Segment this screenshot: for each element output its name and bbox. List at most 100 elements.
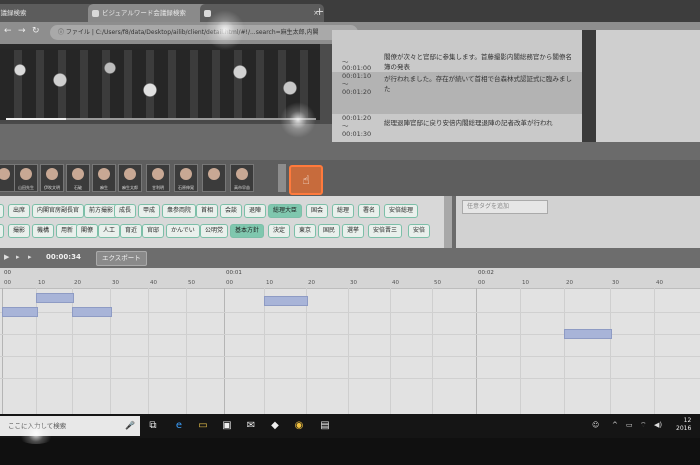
video-app-icon[interactable]: ▤ — [318, 419, 332, 433]
tag-chip[interactable]: 人工 — [98, 224, 121, 238]
tag-chip[interactable]: 国会 — [306, 204, 329, 218]
tag-chip[interactable]: 閣僚 — [76, 224, 99, 238]
tag-chip[interactable]: 甲成 — [138, 204, 161, 218]
tray-chevron-icon[interactable]: ^ — [612, 421, 618, 429]
timeline-segment[interactable] — [564, 329, 612, 339]
tag-chip[interactable]: 首相 — [196, 204, 219, 218]
forward-icon[interactable]: → — [18, 26, 26, 36]
tag-chip[interactable]: 衆参両院 — [162, 204, 197, 218]
tag-chip[interactable]: 前方撮影 — [84, 204, 119, 218]
tag-chip[interactable]: 国民 — [318, 224, 341, 238]
back-icon[interactable]: ← — [4, 26, 12, 36]
tag-chip[interactable]: 撮影 — [8, 224, 31, 238]
face-image — [208, 168, 220, 180]
reload-icon[interactable]: ↻ — [32, 26, 40, 36]
face-name: 高市早苗 — [234, 185, 250, 190]
face-image — [236, 168, 248, 180]
transcript-item-active[interactable]: 00:01:10 〜 00:01:20 が行われました。存在が続いて首相で台森林… — [332, 72, 582, 114]
browser-tab-1[interactable]: 会議録検索 — [0, 4, 94, 22]
timeline[interactable]: 00 00:01 00:02 00 10 20 30 40 50 00 10 2… — [0, 268, 700, 414]
tag-chip[interactable]: 署名 — [358, 204, 381, 218]
tag-chip[interactable] — [0, 224, 4, 238]
tag-chip[interactable]: かんでい — [166, 224, 200, 238]
system-clock[interactable]: 12 2016 — [676, 417, 691, 433]
tag-chip[interactable]: 内閣官房副長官 — [32, 204, 85, 218]
transcript-scrollbar[interactable] — [582, 30, 596, 142]
second-label: 20 — [308, 280, 315, 286]
transcript-item[interactable]: 00:01:20 〜 00:01:30 総理退陣官邸に戻り安倍内閣総理退陣の記者… — [332, 114, 582, 142]
photos-icon[interactable]: ◆ — [268, 419, 282, 433]
face-strip-scrollbar[interactable] — [278, 164, 286, 192]
player-controls: ▶ ▸ ▸ 00:00:34 エクスポート — [0, 248, 700, 268]
tag-chip-selected[interactable]: 総理大臣 — [268, 204, 303, 218]
timeline-segment[interactable] — [264, 296, 308, 306]
tag-chip[interactable]: 選挙 — [342, 224, 365, 238]
tag-chip[interactable]: 育近 — [120, 224, 143, 238]
play-icon[interactable]: ▶ — [4, 253, 9, 261]
file-explorer-icon[interactable]: ▭ — [196, 419, 210, 433]
face-thumbnail[interactable]: 石原伸晃 — [174, 164, 198, 192]
face-thumbnail[interactable]: 石破 — [66, 164, 90, 192]
tag-chip[interactable]: 会談 — [220, 204, 243, 218]
tag-chip[interactable]: 用新 — [56, 224, 79, 238]
face-thumbnail[interactable]: 高市早苗 — [230, 164, 254, 192]
transcript-item[interactable]: 〜 00:01:00 閣僚が次々と官邸に参集します。首藤撮影内閣総務官から閣僚名… — [332, 30, 582, 72]
new-tab-button[interactable]: + — [315, 6, 324, 17]
task-view-icon[interactable]: ⧉ — [146, 419, 160, 433]
face-thumbnail[interactable] — [202, 164, 226, 192]
face-name: 麻生 — [100, 185, 108, 190]
face-thumbnail[interactable]: 山田先生 — [14, 164, 38, 192]
add-tag-input[interactable]: 任意タグを追加 — [462, 200, 548, 214]
hand-pointer-button[interactable]: ☝ — [289, 165, 323, 195]
address-bar[interactable]: ⓘ ファイル | C:/Users/f8/data/Desktop/ailib/… — [50, 25, 358, 40]
skip-icon[interactable]: ▸ — [28, 253, 32, 261]
grid-line — [610, 288, 611, 414]
face-image — [124, 168, 136, 180]
tag-chip[interactable]: 決定 — [268, 224, 291, 238]
tag-chip-selected[interactable]: 基本方針 — [230, 224, 265, 238]
timeline-segment[interactable] — [2, 307, 38, 317]
second-label: 30 — [612, 280, 619, 286]
tag-chip[interactable]: 総理 — [332, 204, 355, 218]
tag-chip[interactable]: 機構 — [32, 224, 55, 238]
chrome-browser-icon[interactable]: ◉ — [292, 419, 306, 433]
network-icon[interactable]: ⌔ — [640, 421, 647, 430]
tag-chip[interactable] — [0, 204, 4, 218]
second-label: 40 — [656, 280, 663, 286]
people-icon[interactable]: ☺ — [592, 421, 599, 429]
timeline-segment[interactable] — [72, 307, 112, 317]
face-thumbnail[interactable]: 麻生 — [92, 164, 116, 192]
browser-tab-2[interactable]: ビジュアルワード会議録検索 × — [88, 4, 212, 22]
tag-chip[interactable]: 安倍総理 — [384, 204, 419, 218]
microphone-icon[interactable]: 🎤 — [125, 416, 135, 436]
export-button[interactable]: エクスポート — [96, 251, 147, 266]
face-thumbnail[interactable]: 麻生太郎 — [118, 164, 142, 192]
tag-chip[interactable]: 東京 — [294, 224, 317, 238]
tag-chip[interactable]: 退陣 — [244, 204, 267, 218]
track-divider — [0, 356, 700, 357]
grid-line — [432, 288, 433, 414]
video-player[interactable] — [0, 44, 320, 124]
face-image — [46, 168, 58, 180]
second-label: 10 — [38, 280, 45, 286]
timeline-segment[interactable] — [36, 293, 74, 303]
tag-chip[interactable]: 公明党 — [200, 224, 229, 238]
face-thumbnail[interactable]: 伊吹文明 — [40, 164, 64, 192]
edge-browser-icon[interactable]: e — [172, 419, 186, 433]
transcript-list[interactable]: 〜 00:01:00 閣僚が次々と官邸に参集します。首藤撮影内閣総務官から閣僚名… — [332, 30, 582, 142]
tag-chip[interactable]: 官邸 — [142, 224, 165, 238]
mail-icon[interactable]: ✉ — [244, 419, 258, 433]
tag-chip[interactable]: 出席 — [8, 204, 31, 218]
step-forward-icon[interactable]: ▸ — [16, 253, 20, 261]
page-content: 〜 00:01:00 閣僚が次々と官邸に参集します。首藤撮影内閣総務官から閣僚名… — [0, 30, 700, 414]
face-name: 石原伸晃 — [178, 185, 194, 190]
browser-tab-bar: 会議録検索 ビジュアルワード会議録検索 × × + — [0, 0, 700, 22]
tag-chip[interactable]: 安倍 — [408, 224, 431, 238]
store-icon[interactable]: ▣ — [220, 419, 234, 433]
volume-icon[interactable]: ◀) — [654, 421, 662, 429]
battery-icon[interactable]: ▭ — [626, 421, 633, 429]
tag-chip[interactable]: 成長 — [114, 204, 137, 218]
tag-panel-scrollbar[interactable] — [444, 196, 452, 248]
tag-chip[interactable]: 安倍晋三 — [368, 224, 403, 238]
face-thumbnail[interactable]: 甘利明 — [146, 164, 170, 192]
